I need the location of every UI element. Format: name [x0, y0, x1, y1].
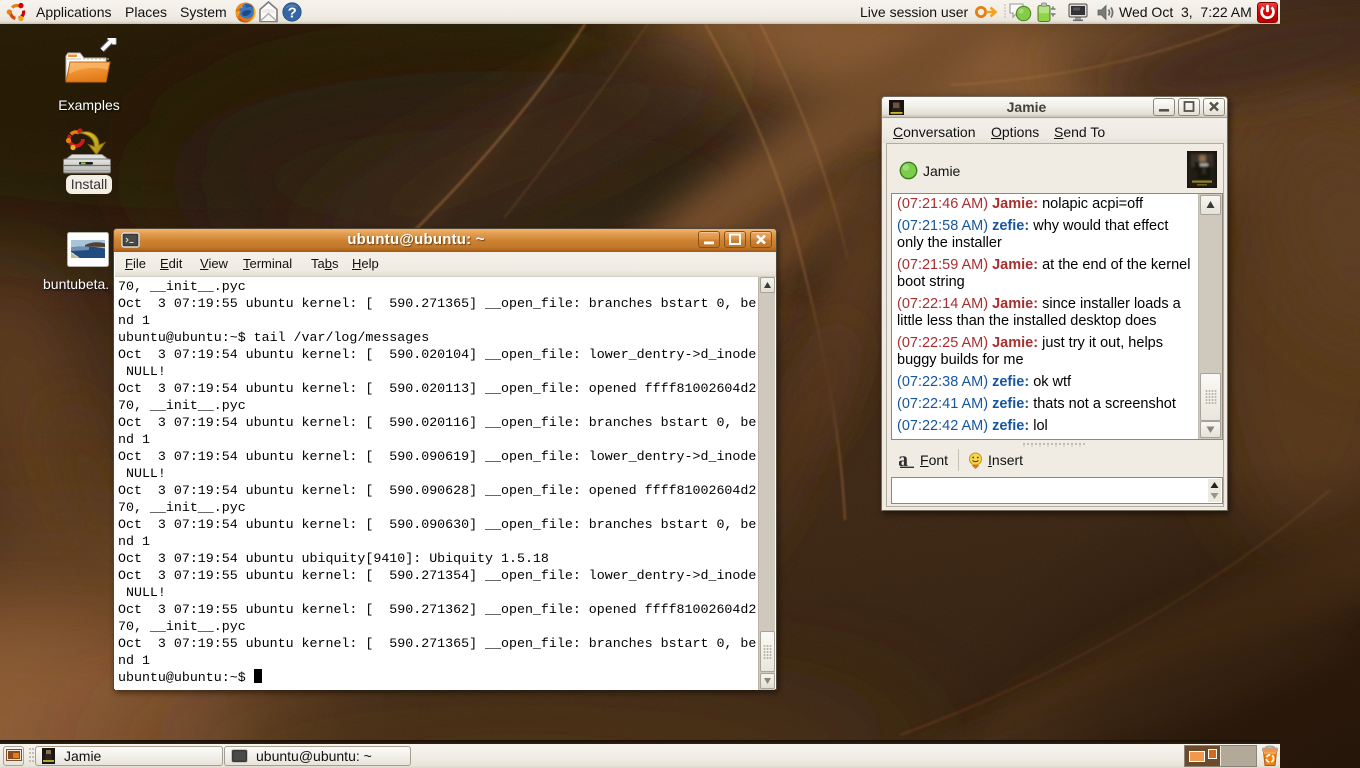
svg-text:?: ?	[288, 4, 297, 21]
svg-text:a: a	[899, 452, 908, 468]
